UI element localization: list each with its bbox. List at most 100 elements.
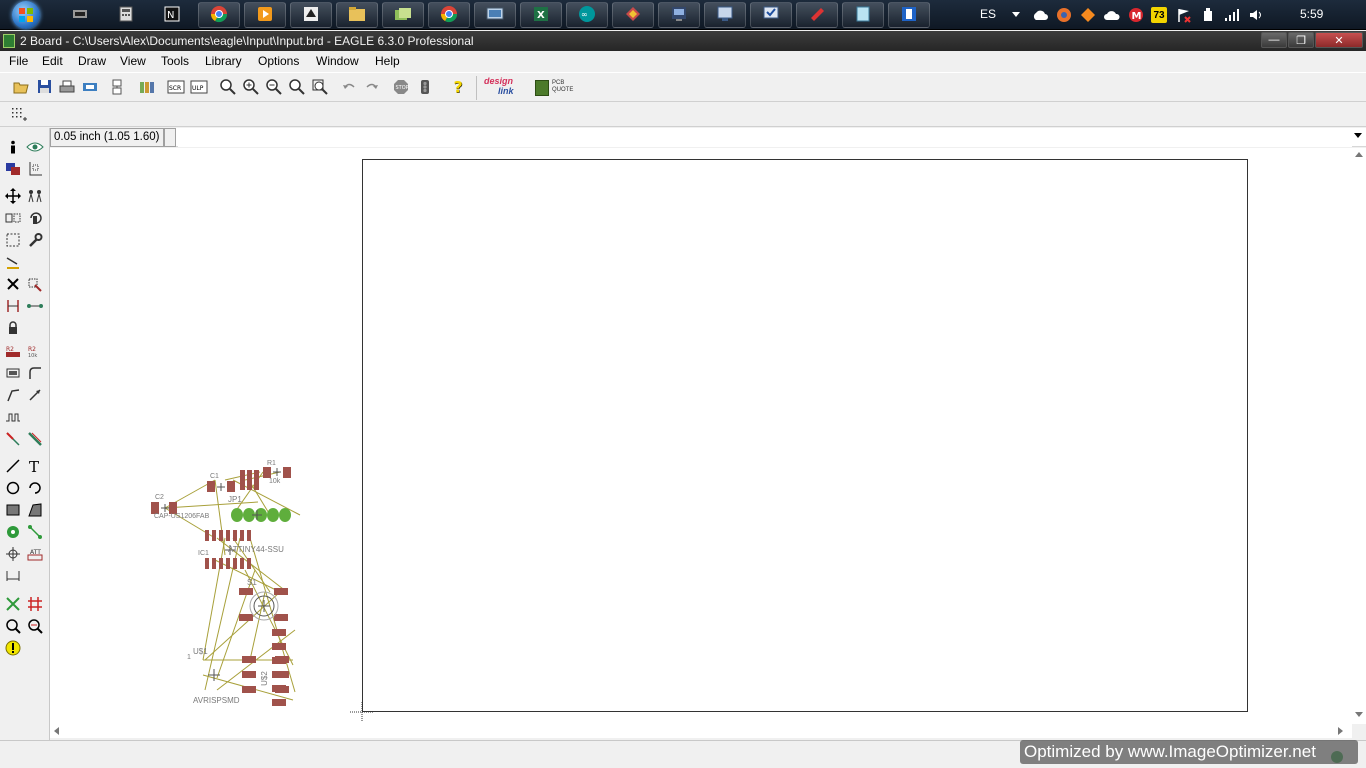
zoom-in-button[interactable] bbox=[242, 78, 260, 97]
menu-tools[interactable]: Tools bbox=[161, 54, 189, 68]
mega-icon[interactable]: M bbox=[1128, 7, 1144, 23]
taskbar-terminal-button[interactable] bbox=[70, 5, 90, 25]
onedrive-icon[interactable] bbox=[1104, 7, 1120, 23]
route-tool[interactable] bbox=[4, 431, 22, 449]
value-tool[interactable]: R2 10k bbox=[26, 343, 44, 361]
copy-tool[interactable] bbox=[26, 188, 44, 206]
script-button[interactable]: SCR bbox=[167, 79, 185, 97]
change-tool[interactable] bbox=[26, 232, 44, 250]
erc-tool[interactable] bbox=[4, 618, 22, 636]
taskbar-netbeans-button[interactable]: N bbox=[162, 5, 182, 25]
menu-library[interactable]: Library bbox=[205, 54, 242, 68]
open-button[interactable] bbox=[12, 79, 30, 97]
mirror-tool[interactable] bbox=[4, 210, 22, 228]
menu-edit[interactable]: Edit bbox=[42, 54, 63, 68]
pinswap-tool[interactable] bbox=[4, 298, 22, 316]
taskbar-app-red-2-button[interactable] bbox=[796, 2, 838, 28]
pcb-quote-button[interactable]: PCB QUOTE bbox=[535, 80, 575, 98]
taskbar-app-monitor-button[interactable] bbox=[704, 2, 746, 28]
zoom-select-button[interactable] bbox=[311, 79, 329, 97]
paste-tool[interactable] bbox=[4, 255, 22, 273]
menu-view[interactable]: View bbox=[120, 54, 146, 68]
delete-tool[interactable] bbox=[4, 276, 22, 294]
taskbar-explorer-button[interactable] bbox=[336, 2, 378, 28]
scroll-left-icon[interactable] bbox=[54, 727, 60, 735]
flag-icon[interactable] bbox=[1176, 7, 1192, 23]
start-button[interactable] bbox=[6, 0, 46, 30]
smash-tool[interactable] bbox=[4, 365, 22, 383]
use-library-button[interactable] bbox=[138, 79, 156, 97]
menu-help[interactable]: Help bbox=[375, 54, 400, 68]
group-tool[interactable] bbox=[4, 232, 22, 250]
info-tool[interactable] bbox=[4, 139, 22, 157]
taskbar-folders-button[interactable] bbox=[382, 2, 424, 28]
board-schematic-switch-button[interactable] bbox=[108, 79, 126, 97]
show-tool[interactable] bbox=[26, 139, 44, 157]
rect-tool[interactable] bbox=[4, 502, 22, 520]
taskbar-app-dark-button[interactable] bbox=[658, 2, 700, 28]
stop-button[interactable]: STOP bbox=[392, 79, 410, 97]
board-canvas[interactable]: C2 CAP-US1206FAB C1 R1 10k JP1 IC1 ATTIN… bbox=[50, 148, 1366, 724]
via-tool[interactable] bbox=[4, 524, 22, 542]
lock-tool[interactable] bbox=[4, 320, 22, 338]
attribute-tool[interactable]: ATT bbox=[26, 546, 44, 564]
display-layers-tool[interactable] bbox=[4, 161, 22, 179]
maximize-button[interactable]: ❐ bbox=[1288, 32, 1314, 48]
taskbar-media-button[interactable] bbox=[244, 2, 286, 28]
cloud-icon[interactable] bbox=[1032, 7, 1048, 23]
run-ulp-button[interactable]: ULP bbox=[190, 79, 208, 97]
drc-tool[interactable] bbox=[26, 618, 44, 636]
split-tool[interactable] bbox=[4, 387, 22, 405]
redraw-button[interactable] bbox=[288, 78, 306, 97]
mark-tool[interactable] bbox=[26, 161, 44, 179]
tray-expand-icon[interactable] bbox=[1008, 7, 1024, 23]
autorouter-tool[interactable] bbox=[26, 596, 44, 614]
language-indicator[interactable]: ES bbox=[980, 7, 996, 21]
add-tool[interactable] bbox=[26, 276, 44, 294]
minimize-button[interactable]: — bbox=[1261, 32, 1287, 48]
rotate-tool[interactable] bbox=[26, 210, 44, 228]
polygon-tool[interactable] bbox=[26, 502, 44, 520]
taskbar-remote-button[interactable] bbox=[474, 2, 516, 28]
print-button[interactable] bbox=[58, 79, 76, 97]
taskbar-clock[interactable]: 5:59 bbox=[1300, 7, 1330, 21]
taskbar-arduino-button[interactable]: ∞ bbox=[566, 2, 608, 28]
text-tool[interactable]: T bbox=[26, 458, 44, 476]
firefox-icon[interactable] bbox=[1056, 7, 1072, 23]
vertical-scrollbar[interactable] bbox=[1352, 148, 1366, 724]
hole-tool[interactable] bbox=[4, 546, 22, 564]
ripup-tool[interactable] bbox=[26, 431, 44, 449]
name-tool[interactable]: R2 bbox=[4, 343, 22, 361]
close-button[interactable]: ✕ bbox=[1315, 32, 1363, 48]
scroll-down-icon[interactable] bbox=[1355, 712, 1363, 718]
signal-icon[interactable] bbox=[1224, 7, 1240, 23]
wire-tool[interactable] bbox=[4, 458, 22, 476]
redo-button[interactable] bbox=[363, 79, 381, 97]
help-button[interactable]: ?? bbox=[450, 77, 468, 97]
app-orange-icon[interactable] bbox=[1080, 7, 1096, 23]
taskbar-chrome-2-button[interactable] bbox=[428, 2, 470, 28]
dimension-tool[interactable] bbox=[4, 568, 22, 586]
taskbar-app-red-button[interactable] bbox=[612, 2, 654, 28]
ratsnest-tool[interactable] bbox=[4, 596, 22, 614]
coordinate-button[interactable] bbox=[164, 128, 176, 147]
undo-button[interactable] bbox=[340, 79, 358, 97]
taskbar-app-monitor-2-button[interactable] bbox=[750, 2, 792, 28]
taskbar-inkscape-button[interactable] bbox=[290, 2, 332, 28]
menu-draw[interactable]: Draw bbox=[78, 54, 106, 68]
chevron-down-icon[interactable] bbox=[1354, 133, 1362, 138]
taskbar-chrome-button[interactable] bbox=[198, 2, 240, 28]
menu-window[interactable]: Window bbox=[316, 54, 359, 68]
design-link-button[interactable]: design link bbox=[484, 76, 528, 100]
save-button[interactable] bbox=[35, 79, 53, 97]
replace-tool[interactable] bbox=[26, 298, 44, 316]
taskbar-calculator-button[interactable] bbox=[116, 5, 136, 25]
command-line-input[interactable] bbox=[178, 128, 1352, 147]
taskbar-excel-button[interactable]: X bbox=[520, 2, 562, 28]
taskbar-notes-button[interactable] bbox=[842, 2, 884, 28]
zoom-fit-button[interactable] bbox=[219, 78, 237, 97]
errors-tool[interactable] bbox=[4, 640, 22, 658]
taskbar-app-blue-button[interactable] bbox=[888, 2, 930, 28]
circle-tool[interactable] bbox=[4, 480, 22, 498]
horizontal-scrollbar[interactable] bbox=[50, 724, 1352, 738]
